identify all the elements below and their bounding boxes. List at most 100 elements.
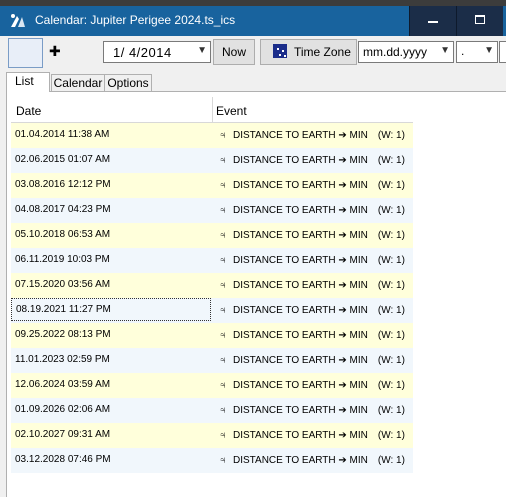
jupiter-icon: ♃ <box>219 430 227 441</box>
event-text: DISTANCE TO EARTH ➔ MIN <box>233 305 368 316</box>
now-button[interactable]: Now <box>213 39 255 65</box>
date-format-select[interactable]: mm.dd.yyyy ▼ <box>358 41 454 63</box>
table-row[interactable]: 01.04.2014 11:38 AM ♃ DISTANCE TO EARTH ➔ … <box>11 123 413 148</box>
jupiter-icon: ♃ <box>219 330 227 341</box>
event-cell[interactable]: ♃ DISTANCE TO EARTH ➔ MIN (W: 1) <box>219 348 405 373</box>
date-cell[interactable]: 03.12.2028 07:46 PM <box>11 448 211 471</box>
table-row[interactable]: 07.15.2020 03:56 AM ♃ DISTANCE TO EARTH ➔ … <box>11 273 413 298</box>
event-cell[interactable]: ♃ DISTANCE TO EARTH ➔ MIN (W: 1) <box>219 448 405 473</box>
date-cell[interactable]: 12.06.2024 03:59 AM <box>11 373 211 396</box>
event-cell[interactable]: ♃ DISTANCE TO EARTH ➔ MIN (W: 1) <box>219 123 405 148</box>
table-row[interactable]: 03.12.2028 07:46 PM ♃ DISTANCE TO EARTH ➔ … <box>11 448 413 473</box>
date-cell[interactable]: 09.25.2022 08:13 PM <box>11 323 211 346</box>
event-weight: (W: 1) <box>377 255 405 266</box>
date-format-value: mm.dd.yyyy <box>363 45 428 59</box>
table-row[interactable]: 04.08.2017 04:23 PM ♃ DISTANCE TO EARTH ➔ … <box>11 198 413 223</box>
event-weight: (W: 1) <box>377 405 405 416</box>
event-text: DISTANCE TO EARTH ➔ MIN <box>233 330 368 341</box>
event-weight: (W: 1) <box>377 455 405 466</box>
maximize-button[interactable] <box>456 6 503 36</box>
table-row[interactable]: 09.25.2022 08:13 PM ♃ DISTANCE TO EARTH ➔ … <box>11 323 413 348</box>
color-selector[interactable] <box>8 38 43 68</box>
title-bar: Calendar: Jupiter Perigee 2024.ts_ics <box>0 6 506 36</box>
event-text: DISTANCE TO EARTH ➔ MIN <box>233 180 368 191</box>
jupiter-icon: ♃ <box>219 230 227 241</box>
table-row[interactable]: 11.01.2023 02:59 PM ♃ DISTANCE TO EARTH ➔ … <box>11 348 413 373</box>
table-row[interactable]: 03.08.2016 12:12 PM ♃ DISTANCE TO EARTH ➔ … <box>11 173 413 198</box>
date-cell[interactable]: 03.08.2016 12:12 PM <box>11 173 211 196</box>
tab-calendar[interactable]: Calendar <box>51 74 105 92</box>
event-weight: (W: 1) <box>377 355 405 366</box>
date-cell[interactable]: 01.04.2014 11:38 AM <box>11 123 211 146</box>
tab-options[interactable]: Options <box>104 74 152 92</box>
table-row[interactable]: 02.06.2015 01:07 AM ♃ DISTANCE TO EARTH ➔ … <box>11 148 413 173</box>
jupiter-icon: ♃ <box>219 380 227 391</box>
date-cell[interactable]: 07.15.2020 03:56 AM <box>11 273 211 296</box>
event-cell[interactable]: ♃ DISTANCE TO EARTH ➔ MIN (W: 1) <box>219 273 405 298</box>
column-header-date[interactable]: Date <box>16 104 41 118</box>
plus-icon[interactable]: ✚ <box>49 44 61 58</box>
date-value: 1/ 4/2014 <box>113 45 172 60</box>
event-cell[interactable]: ♃ DISTANCE TO EARTH ➔ MIN (W: 1) <box>219 198 405 223</box>
event-text: DISTANCE TO EARTH ➔ MIN <box>233 355 368 366</box>
date-picker[interactable]: 1/ 4/2014 ▼ <box>103 41 211 63</box>
event-cell[interactable]: ♃ DISTANCE TO EARTH ➔ MIN (W: 1) <box>219 173 405 198</box>
table-row[interactable]: 08.19.2021 11:27 PM ♃ DISTANCE TO EARTH ➔ … <box>11 298 413 323</box>
date-cell[interactable]: 05.10.2018 06:53 AM <box>11 223 211 246</box>
event-cell[interactable]: ♃ DISTANCE TO EARTH ➔ MIN (W: 1) <box>219 373 405 398</box>
minimize-button[interactable] <box>409 6 456 36</box>
chevron-down-icon[interactable]: ▼ <box>484 45 494 56</box>
table-row[interactable]: 05.10.2018 06:53 AM ♃ DISTANCE TO EARTH ➔ … <box>11 223 413 248</box>
event-cell[interactable]: ♃ DISTANCE TO EARTH ➔ MIN (W: 1) <box>219 248 405 273</box>
event-cell[interactable]: ♃ DISTANCE TO EARTH ➔ MIN (W: 1) <box>219 223 405 248</box>
event-weight: (W: 1) <box>377 180 405 191</box>
event-weight: (W: 1) <box>377 230 405 241</box>
maximize-icon <box>475 15 485 24</box>
table-body: 01.04.2014 11:38 AM ♃ DISTANCE TO EARTH ➔ … <box>11 123 413 473</box>
time-zone-icon <box>273 44 287 58</box>
jupiter-icon: ♃ <box>219 355 227 366</box>
event-cell[interactable]: ♃ DISTANCE TO EARTH ➔ MIN (W: 1) <box>219 148 405 173</box>
table-row[interactable]: 06.11.2019 10:03 PM ♃ DISTANCE TO EARTH ➔ … <box>11 248 413 273</box>
date-cell[interactable]: 04.08.2017 04:23 PM <box>11 198 211 221</box>
event-cell[interactable]: ♃ DISTANCE TO EARTH ➔ MIN (W: 1) <box>219 298 405 323</box>
jupiter-icon: ♃ <box>219 405 227 416</box>
window-title: Calendar: Jupiter Perigee 2024.ts_ics <box>35 13 236 27</box>
date-cell[interactable]: 02.06.2015 01:07 AM <box>11 148 211 171</box>
jupiter-icon: ♃ <box>219 280 227 291</box>
minimize-icon <box>428 21 438 23</box>
event-text: DISTANCE TO EARTH ➔ MIN <box>233 205 368 216</box>
event-text: DISTANCE TO EARTH ➔ MIN <box>233 230 368 241</box>
chevron-down-icon[interactable]: ▼ <box>440 45 450 56</box>
event-weight: (W: 1) <box>377 155 405 166</box>
separator-select[interactable]: . ▼ <box>456 41 498 63</box>
separator-value: . <box>461 44 465 58</box>
tab-strip: List Calendar Options <box>0 72 506 92</box>
date-cell[interactable]: 08.19.2021 11:27 PM <box>11 298 211 321</box>
event-text: DISTANCE TO EARTH ➔ MIN <box>233 155 368 166</box>
chevron-down-icon[interactable]: ▼ <box>197 45 207 56</box>
date-cell[interactable]: 11.01.2023 02:59 PM <box>11 348 211 371</box>
date-cell[interactable]: 02.10.2027 09:31 AM <box>11 423 211 446</box>
event-weight: (W: 1) <box>377 305 405 316</box>
jupiter-icon: ♃ <box>219 305 227 316</box>
table-row[interactable]: 01.09.2026 02:06 AM ♃ DISTANCE TO EARTH ➔ … <box>11 398 413 423</box>
event-cell[interactable]: ♃ DISTANCE TO EARTH ➔ MIN (W: 1) <box>219 398 405 423</box>
event-weight: (W: 1) <box>377 380 405 391</box>
event-weight: (W: 1) <box>377 280 405 291</box>
table-row[interactable]: 12.06.2024 03:59 AM ♃ DISTANCE TO EARTH ➔ … <box>11 373 413 398</box>
event-cell[interactable]: ♃ DISTANCE TO EARTH ➔ MIN (W: 1) <box>219 323 405 348</box>
column-header-event[interactable]: Event <box>216 104 247 118</box>
date-cell[interactable]: 06.11.2019 10:03 PM <box>11 248 211 271</box>
event-cell[interactable]: ♃ DISTANCE TO EARTH ➔ MIN (W: 1) <box>219 423 405 448</box>
list-panel: Date Event 01.04.2014 11:38 AM ♃ DISTANCE … <box>6 91 506 497</box>
table-row[interactable]: 02.10.2027 09:31 AM ♃ DISTANCE TO EARTH ➔ … <box>11 423 413 448</box>
tab-list[interactable]: List <box>6 72 50 92</box>
event-weight: (W: 1) <box>377 330 405 341</box>
extra-select[interactable] <box>499 41 506 63</box>
event-text: DISTANCE TO EARTH ➔ MIN <box>233 280 368 291</box>
time-zone-button[interactable]: Time Zone <box>260 39 357 65</box>
date-cell[interactable]: 01.09.2026 02:06 AM <box>11 398 211 421</box>
jupiter-icon: ♃ <box>219 155 227 166</box>
column-divider[interactable] <box>212 97 213 122</box>
